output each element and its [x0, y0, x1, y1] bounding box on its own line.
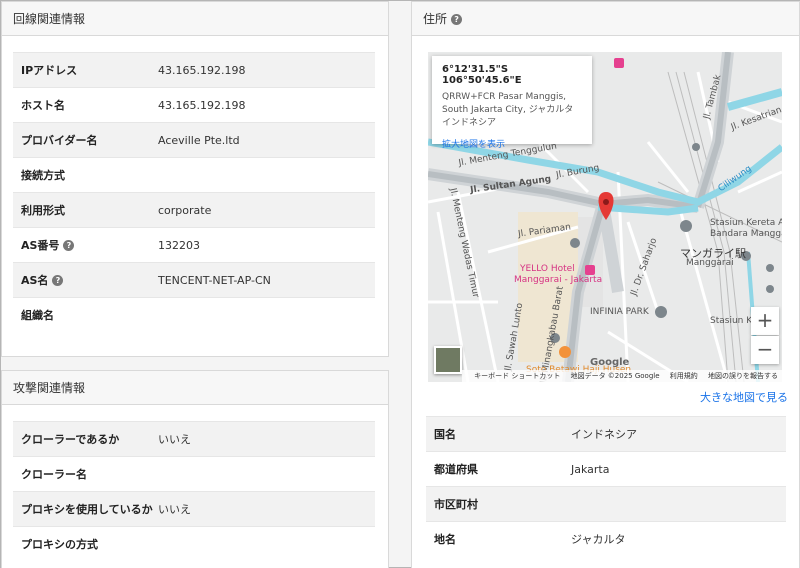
row-value-country: インドネシア: [571, 416, 786, 452]
enlarge-map-link[interactable]: 拡大地図を表示: [442, 137, 582, 150]
table-row: 接続方式: [13, 157, 375, 193]
map-coords: 6°12'31.5"S 106°50'45.6"E: [442, 64, 522, 86]
map-label-stasiun2: Bandara Manggarai: [710, 229, 782, 239]
address-title: 住所: [423, 12, 448, 26]
line-info-header: 回線関連情報: [2, 2, 388, 36]
row-key-proxy-method: プロキシの方式: [21, 538, 98, 552]
row-value-crawler-name: [158, 456, 375, 492]
table-row: クローラーであるか いいえ: [13, 421, 375, 457]
satellite-toggle[interactable]: [434, 346, 462, 374]
table-row: 利用形式 corporate: [13, 192, 375, 228]
help-icon[interactable]: ?: [52, 275, 64, 286]
row-value-org: [158, 297, 375, 333]
row-value-place: ジャカルタ: [571, 521, 786, 557]
row-key-host: ホスト名: [21, 99, 65, 112]
attrib-report[interactable]: 地図の誤りを報告する: [708, 372, 778, 380]
map-attribution: キーボード ショートカット 地図データ ©2025 Google 利用規約 地図…: [462, 370, 782, 382]
row-value-ip: 43.165.192.198: [158, 52, 375, 88]
table-row: AS名? TENCENT-NET-AP-CN: [13, 262, 375, 298]
row-value-connection: [158, 157, 375, 193]
row-key-crawler: クローラーであるか: [21, 433, 120, 446]
row-key-city: 市区町村: [434, 498, 478, 511]
row-value-asn: 132203: [158, 227, 375, 263]
table-row: 市区町村: [426, 486, 786, 522]
map-label-yello2: Manggarai - Jakarta: [514, 275, 603, 285]
map-label-infinia: INFINIA PARK: [590, 307, 649, 317]
line-info-title: 回線関連情報: [13, 12, 86, 26]
attrib-shortcuts[interactable]: キーボード ショートカット: [474, 372, 560, 380]
row-value-crawler: いいえ: [158, 421, 375, 457]
row-value-provider: Aceville Pte.ltd: [158, 122, 375, 158]
map-label-manggarai2: Manggarai: [686, 258, 734, 268]
attack-info-title: 攻撃関連情報: [13, 381, 86, 395]
table-row: 組織名: [13, 297, 375, 333]
help-icon[interactable]: ?: [451, 14, 463, 25]
attrib-data: 地図データ ©2025 Google: [570, 372, 660, 380]
attack-info-panel: 攻撃関連情報 クローラーであるか いいえ クローラー名 プロキシを使用しているか…: [1, 370, 389, 568]
row-key-proxy: プロキシを使用しているか: [21, 503, 153, 516]
row-key-country: 国名: [434, 428, 456, 441]
table-row: プロキシを使用しているか いいえ: [13, 491, 375, 527]
row-key-crawler-name: クローラー名: [21, 468, 87, 481]
table-row: プロバイダー名 Aceville Pte.ltd: [13, 122, 375, 158]
line-info-table: IPアドレス 43.165.192.198 ホスト名 43.165.192.19…: [13, 52, 375, 333]
row-value-proxy: いいえ: [158, 491, 375, 527]
map-label-yello: YELLO Hotel: [520, 264, 575, 274]
row-key-connection: 接続方式: [21, 169, 65, 182]
address-header: 住所?: [412, 2, 799, 36]
row-key-asname: AS名: [21, 274, 49, 287]
attack-info-table: クローラーであるか いいえ クローラー名 プロキシを使用しているか いいえ プロ…: [13, 421, 375, 562]
row-key-provider: プロバイダー名: [21, 134, 98, 147]
table-row: 都道府県 Jakarta: [426, 451, 786, 487]
zoom-out-button[interactable]: −: [751, 336, 779, 364]
row-value-usage: corporate: [158, 192, 375, 228]
row-value-asname: TENCENT-NET-AP-CN: [158, 262, 375, 298]
row-key-place: 地名: [434, 533, 456, 547]
map-info-popup: 6°12'31.5"S 106°50'45.6"E QRRW+FCR Pasar…: [432, 56, 592, 150]
row-key-asn: AS番号: [21, 239, 60, 252]
row-key-ip: IPアドレス: [21, 64, 78, 77]
address-table: 国名 インドネシア 都道府県 Jakarta 市区町村 地名 ジャカルタ: [426, 416, 786, 557]
big-map-link[interactable]: 大きな地図で見る: [700, 389, 788, 405]
table-row: プロキシの方式: [13, 526, 375, 562]
row-value-proxy-method: [158, 526, 375, 562]
table-row: 国名 インドネシア: [426, 416, 786, 452]
table-row: IPアドレス 43.165.192.198: [13, 52, 375, 88]
table-row: AS番号? 132203: [13, 227, 375, 263]
row-value-prefecture: Jakarta: [571, 451, 786, 487]
row-value-city: [571, 486, 786, 522]
map-view[interactable]: Jl. Sultan Agung Jl. Pariaman Jl. Menten…: [428, 52, 782, 382]
table-row: クローラー名: [13, 456, 375, 492]
table-row: ホスト名 43.165.192.198: [13, 87, 375, 123]
map-label-stasiun: Stasiun Kereta Api: [710, 218, 782, 228]
zoom-in-button[interactable]: +: [751, 307, 779, 335]
attrib-terms[interactable]: 利用規約: [670, 372, 698, 380]
table-row: 地名 ジャカルタ: [426, 521, 786, 557]
row-key-prefecture: 都道府県: [434, 463, 478, 476]
attack-info-header: 攻撃関連情報: [2, 371, 388, 405]
google-logo: Google: [590, 357, 630, 368]
row-key-usage: 利用形式: [21, 204, 65, 217]
line-info-panel: 回線関連情報 IPアドレス 43.165.192.198 ホスト名 43.165…: [1, 1, 389, 357]
row-key-org: 組織名: [21, 309, 54, 323]
row-value-host: 43.165.192.198: [158, 87, 375, 123]
help-icon[interactable]: ?: [63, 240, 75, 251]
map-address: QRRW+FCR Pasar Manggis, South Jakarta Ci…: [442, 92, 574, 128]
